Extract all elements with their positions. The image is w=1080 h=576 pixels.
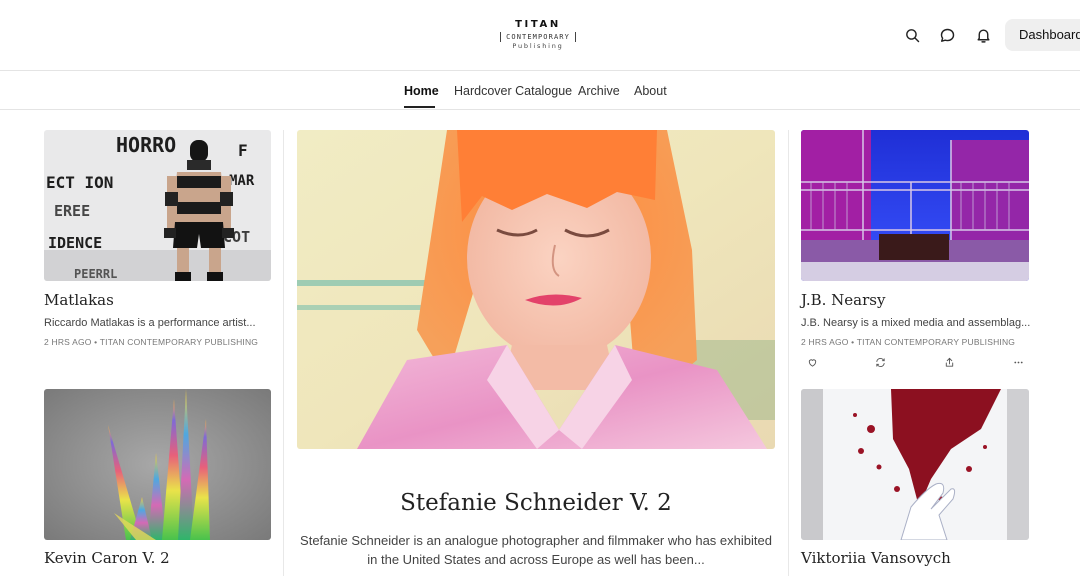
brand-line-3: Publishing	[512, 42, 564, 50]
top-header: TITAN CONTEMPORARY Publishing Dashboard	[0, 0, 1080, 71]
active-tab-underline	[404, 106, 435, 108]
dashboard-button[interactable]: Dashboard	[1005, 19, 1080, 51]
post-description: Riccardo Matlakas is a performance artis…	[44, 317, 256, 329]
bell-icon[interactable]	[973, 25, 993, 45]
nav-item-about[interactable]: About	[634, 84, 667, 98]
brand-logo[interactable]: TITAN CONTEMPORARY Publishing	[499, 19, 577, 53]
brand-line-2: CONTEMPORARY	[500, 32, 576, 42]
featured-post-title[interactable]: Stefanie Schneider V. 2	[297, 490, 775, 516]
jb-nearsy-image[interactable]	[801, 130, 1029, 281]
nav-item-home[interactable]: Home	[404, 84, 439, 98]
post-title[interactable]: Viktoriia Vansovych	[801, 549, 951, 567]
column-divider	[788, 130, 789, 576]
graffiti-text: PEERRL	[74, 267, 117, 281]
nav-item-archive[interactable]: Archive	[578, 84, 620, 98]
viktoriia-vansovych-image[interactable]	[801, 389, 1029, 540]
graffiti-text: MAR	[229, 173, 255, 189]
brand-line-1: TITAN	[515, 19, 561, 30]
column-divider	[283, 130, 284, 576]
restack-icon[interactable]	[873, 355, 887, 369]
share-icon[interactable]	[942, 355, 956, 369]
heart-icon[interactable]	[805, 355, 819, 369]
nav-bar: Home Hardcover Catalogue Archive About	[0, 71, 1080, 110]
post-title[interactable]: J.B. Nearsy	[801, 291, 885, 309]
graffiti-text: F	[238, 141, 248, 160]
post-title[interactable]: Kevin Caron V. 2	[44, 549, 170, 567]
post-meta: 2 HRS AGO • TITAN CONTEMPORARY PUBLISHIN…	[44, 337, 259, 347]
more-icon[interactable]	[1011, 355, 1025, 369]
graffiti-text: ECT ION	[46, 173, 113, 192]
post-title[interactable]: Matlakas	[44, 291, 114, 309]
matlakas-image[interactable]: HORRO F ECT ION MAR EREE IDENCE SCOT PEE…	[44, 130, 271, 281]
stefanie-schneider-image[interactable]	[297, 130, 775, 449]
graffiti-text: IDENCE	[48, 234, 102, 252]
nav-item-hardcover-catalogue[interactable]: Hardcover Catalogue	[454, 84, 572, 98]
chat-icon[interactable]	[937, 25, 957, 45]
kevin-caron-image[interactable]	[44, 389, 271, 540]
graffiti-text: HORRO	[116, 133, 176, 157]
post-meta: 2 HRS AGO • TITAN CONTEMPORARY PUBLISHIN…	[801, 337, 1016, 347]
post-description: J.B. Nearsy is a mixed media and assembl…	[801, 317, 1031, 329]
search-icon[interactable]	[902, 25, 922, 45]
featured-post-description: Stefanie Schneider is an analogue photog…	[300, 533, 772, 567]
graffiti-text: EREE	[54, 202, 90, 220]
